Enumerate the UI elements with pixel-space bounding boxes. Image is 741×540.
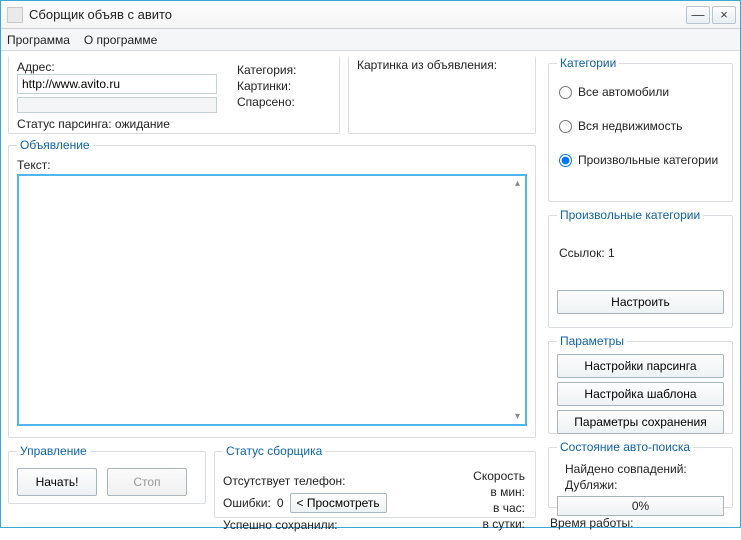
announcement-panel: Объявление Текст: ▴ ▾ xyxy=(8,138,536,438)
template-settings-button[interactable]: Настройка шаблона xyxy=(557,382,724,406)
radio-all-auto[interactable]: Все автомобили xyxy=(559,85,724,99)
radio-custom-label: Произвольные категории xyxy=(578,153,718,167)
menubar: Программа О программе xyxy=(1,29,740,51)
params-legend: Параметры xyxy=(557,334,627,348)
per-day-label: в сутки: xyxy=(483,517,526,531)
progress-bar xyxy=(17,97,217,113)
control-legend: Управление xyxy=(17,444,90,458)
errors-value: 0 xyxy=(277,494,284,512)
collector-status-legend: Статус сборщика xyxy=(223,444,325,458)
parse-status-value: ожидание xyxy=(115,117,170,131)
dup-label: Дубляжи: xyxy=(565,478,617,492)
images-label: Картинки: xyxy=(237,79,291,93)
errors-label: Ошибки: xyxy=(223,494,271,512)
autosearch-legend: Состояние авто-поиска xyxy=(557,440,693,454)
control-panel: Управление Начать! Стоп xyxy=(8,444,206,504)
parsed-label: Спарсено: xyxy=(237,95,295,109)
percent-indicator: 0% xyxy=(557,496,724,516)
radio-all-realty-input[interactable] xyxy=(559,120,572,133)
app-icon xyxy=(7,7,23,23)
close-button[interactable]: × xyxy=(712,6,736,24)
per-hour-label: в час: xyxy=(493,501,525,515)
saved-label: Успешно сохранили: xyxy=(223,518,338,532)
radio-custom-input[interactable] xyxy=(559,154,572,167)
announcement-text-label: Текст: xyxy=(17,158,527,172)
no-phone-label: Отсутствует телефон: xyxy=(223,474,345,488)
collector-status-panel: Статус сборщика Отсутствует телефон: Оши… xyxy=(214,444,536,518)
announcement-legend: Объявление xyxy=(17,138,93,152)
configure-button[interactable]: Настроить xyxy=(557,290,724,314)
radio-all-realty-label: Вся недвижимость xyxy=(578,119,682,133)
found-label: Найдено совпадений: xyxy=(565,462,687,476)
parse-stats: Категория: Картинки: Спарсено: xyxy=(237,62,296,110)
address-label: Адрес: xyxy=(17,60,55,74)
radio-custom[interactable]: Произвольные категории xyxy=(559,153,724,167)
save-params-button[interactable]: Параметры сохранения xyxy=(557,410,724,434)
links-count: 1 xyxy=(608,246,615,260)
custom-categories-panel: Произвольные категории Ссылок: 1 Настрои… xyxy=(548,208,733,328)
worktime-panel: Время работы: xyxy=(548,514,733,540)
announcement-text-frame: ▴ ▾ xyxy=(17,174,527,426)
window-title: Сборщик объяв с авито xyxy=(29,7,684,22)
parse-status-label: Статус парсинга: xyxy=(17,117,112,131)
params-panel: Параметры Настройки парсинга Настройка ш… xyxy=(548,334,733,434)
minimize-button[interactable]: — xyxy=(686,6,710,24)
scroll-down-icon[interactable]: ▾ xyxy=(510,409,525,424)
autosearch-panel: Состояние авто-поиска Найдено совпадений… xyxy=(548,440,733,508)
picture-panel: Картинка из объявления: xyxy=(348,56,536,134)
picture-label: Картинка из объявления: xyxy=(357,58,527,72)
radio-all-auto-label: Все автомобили xyxy=(578,85,669,99)
category-label: Категория: xyxy=(237,63,296,77)
start-button[interactable]: Начать! xyxy=(17,468,97,496)
view-errors-button[interactable]: < Просмотреть xyxy=(290,493,387,513)
menu-program[interactable]: Программа xyxy=(7,33,70,47)
speed-label: Скорость xyxy=(473,468,525,484)
custom-categories-legend: Произвольные категории xyxy=(557,208,703,222)
address-input[interactable] xyxy=(17,74,217,94)
titlebar: Сборщик объяв с авито — × xyxy=(1,1,740,29)
radio-all-auto-input[interactable] xyxy=(559,86,572,99)
links-label: Ссылок: xyxy=(559,246,605,260)
menu-about[interactable]: О программе xyxy=(84,33,157,47)
announcement-textarea[interactable] xyxy=(19,176,509,424)
radio-all-realty[interactable]: Вся недвижимость xyxy=(559,119,724,133)
stop-button[interactable]: Стоп xyxy=(107,468,187,496)
categories-panel: Категории Все автомобили Вся недвижимост… xyxy=(548,56,733,202)
parse-settings-button[interactable]: Настройки парсинга xyxy=(557,354,724,378)
address-panel: Адрес: Категория: Картинки: Спарсено: Ст… xyxy=(8,56,340,134)
categories-legend: Категории xyxy=(557,56,619,70)
scroll-up-icon[interactable]: ▴ xyxy=(510,176,525,191)
per-min-label: в мин: xyxy=(490,485,525,499)
